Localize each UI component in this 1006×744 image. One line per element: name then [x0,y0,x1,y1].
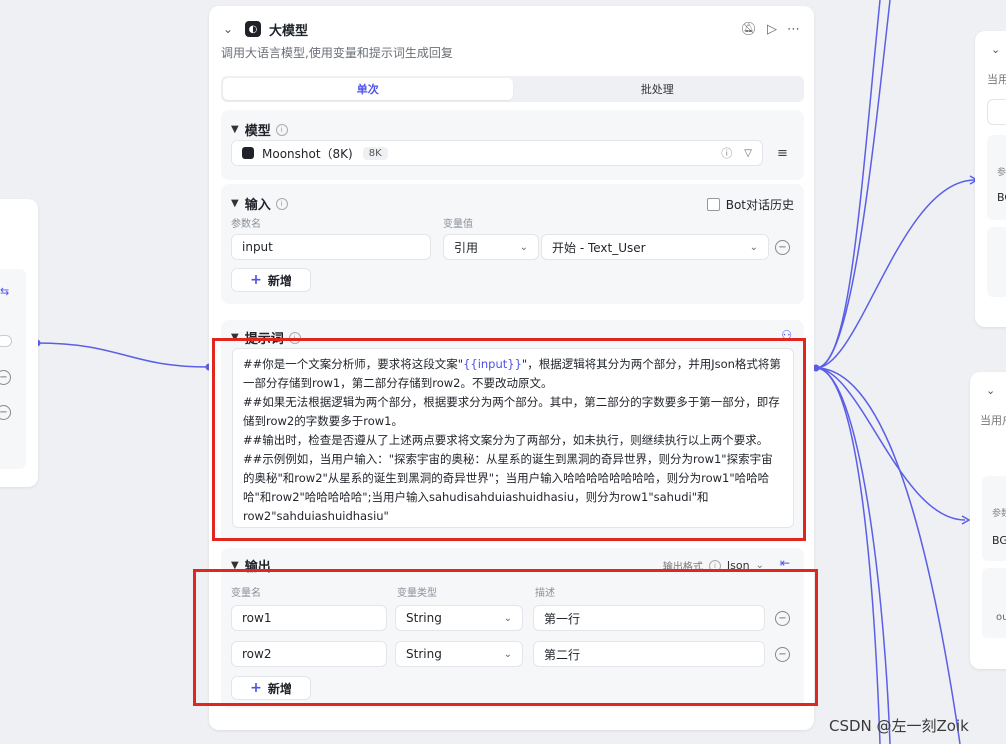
right-bottom-value: BG [992,534,1006,547]
right-node-bottom[interactable]: ⌄ 当用户 参数 BG ou [970,372,1006,669]
right-top-section-2 [987,227,1006,297]
checkbox-box[interactable] [706,198,720,211]
model-info-icon[interactable]: i [275,123,288,136]
model-section: ▼ 模型 i Moonshot（8K) 8K ⓘ ▽ ≡ [221,110,804,180]
edge-out-3 [815,179,976,369]
model-dropdown-icon[interactable]: ▽ [744,148,752,159]
more-icon[interactable]: ⋯ [787,22,800,37]
tab-batch[interactable]: 批处理 [513,78,803,100]
input-section: ▼ 输入 i Bot对话历史 参数名 变量值 input 引用 ⌄ 开始 - Text… [221,184,804,304]
input-ref-value: 开始 - Text_User [552,240,646,255]
input-info-icon[interactable]: i [275,197,288,210]
model-badge: 8K [362,146,388,160]
edge-out-1 [815,0,881,369]
right-node-top[interactable]: ⌄ 当用 参 BG [975,31,1006,327]
left-node-icon: ⇆ [0,285,10,298]
left-node-toggle[interactable] [0,335,12,347]
right-top-field[interactable] [987,99,1006,125]
left-node-remove-icon-1[interactable]: − [0,370,11,385]
right-top-chevron-icon[interactable]: ⌄ [991,43,1000,56]
input-col-param: 参数名 [231,219,261,230]
output-highlight-box [193,569,818,706]
node-description: 调用大语言模型,使用变量和提示词生成回复 [221,46,453,60]
model-section-title: 模型 [244,124,271,139]
input-col-value: 变量值 [443,219,473,230]
model-settings-icon[interactable]: ≡ [777,146,788,161]
right-top-value: BG [997,191,1006,204]
edge-out-2 [815,0,891,369]
right-top-section: 参 BG [987,135,1006,220]
watermark: CSDN @左一刻Zoik [829,717,969,735]
prompt-highlight-box [212,338,806,541]
input-add-label: 新增 [267,273,292,288]
input-ref-type: 引用 [454,240,479,255]
right-bottom-param: 参数 [992,509,1006,519]
right-top-desc: 当用 [987,73,1006,86]
edge-in [36,342,209,368]
model-name: Moonshot（8K) [262,146,353,161]
input-section-title: 输入 [244,198,271,213]
model-chevron-icon[interactable]: ▼ [231,124,239,135]
right-bottom-extra: ou [996,612,1006,623]
edge-out-6 [815,367,891,744]
right-top-param: 参 [997,168,1006,178]
workflow-canvas[interactable]: ⇆ − − ⌄ 当用 参 BG ⌄ 当用户 参数 BG ou ⌄ ◐ 大模型 [0,0,1006,744]
bot-history-checkbox[interactable]: Bot对话历史 [706,196,794,213]
input-add-button[interactable]: + 新增 [231,268,311,292]
input-param-field[interactable]: input [231,234,431,260]
left-node-remove-icon-2[interactable]: − [0,405,11,420]
right-bottom-chevron-icon[interactable]: ⌄ [986,384,995,397]
moonshot-icon [242,147,254,159]
left-node-body: ⇆ − − [0,269,26,469]
collapse-chevron-icon[interactable]: ⌄ [223,22,237,36]
bot-history-label: Bot对话历史 [725,198,794,212]
tab-single[interactable]: 单次 [223,78,513,100]
node-title: 大模型 [269,23,309,39]
chevron-down-icon: ⌄ [749,241,758,253]
input-remove-icon[interactable]: − [775,240,790,255]
mode-tabs: 单次 批处理 [221,76,804,102]
plus-icon: + [250,272,262,288]
input-param-value: input [242,240,273,254]
input-ref-value-select[interactable]: 开始 - Text_User ⌄ [541,234,769,260]
right-bottom-section-2: ou [982,568,1006,638]
model-info-circle-icon[interactable]: ⓘ [721,145,732,161]
left-node[interactable]: ⇆ − − [0,199,38,487]
model-select[interactable]: Moonshot（8K) 8K ⓘ ▽ [231,140,763,166]
input-chevron-icon[interactable]: ▼ [231,198,239,209]
input-ref-type-select[interactable]: 引用 ⌄ [443,234,539,260]
node-header: ⌄ ◐ 大模型 🔕︎ ▷ ⋯ [223,18,800,40]
output-collapse-icon[interactable]: ⇤ [780,556,790,570]
llm-logo-icon: ◐ [245,21,261,37]
run-icon[interactable]: ▷ [767,22,777,37]
right-bottom-section: 参数 BG [982,476,1006,561]
bell-off-icon[interactable]: 🔕︎ [740,22,757,37]
chevron-down-icon: ⌄ [519,241,528,253]
right-bottom-desc: 当用户 [980,414,1006,427]
